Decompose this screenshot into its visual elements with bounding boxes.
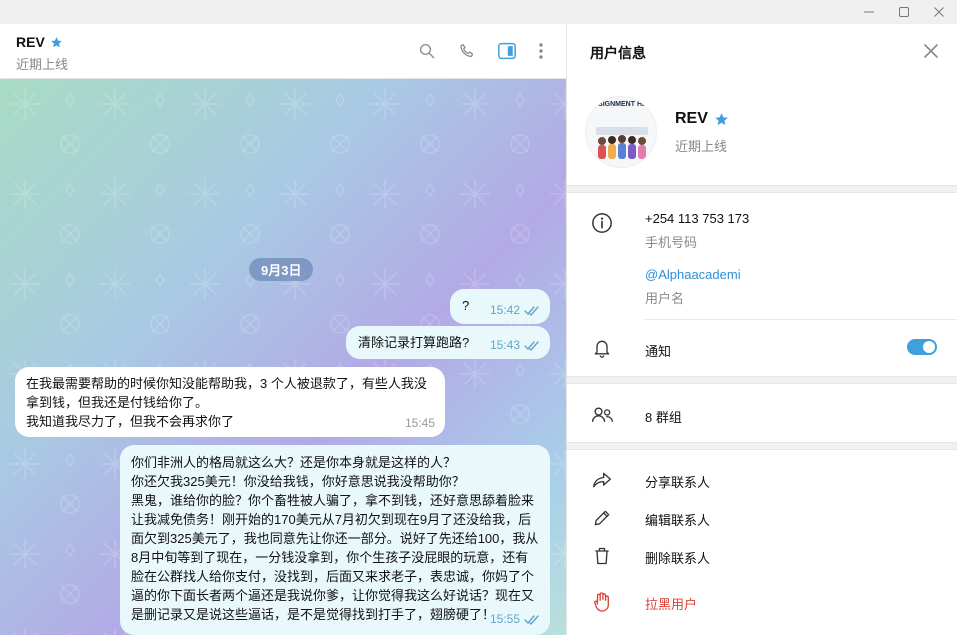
bell-icon <box>589 335 615 361</box>
profile-name-text: REV <box>675 110 708 127</box>
message-text: 清除记录打算跑路? <box>358 335 470 350</box>
pencil-icon <box>589 505 615 531</box>
avatar[interactable]: ASSIGNMENT HELP <box>585 96 657 168</box>
chat-title-text: REV <box>16 34 45 50</box>
chat-title[interactable]: REV <box>16 34 63 50</box>
info-panel-title: 用户信息 <box>590 45 646 61</box>
phone-label: 手机号码 <box>645 235 698 250</box>
section-separator <box>567 185 957 193</box>
delete-contact-button[interactable]: 删除联系人 <box>645 548 710 567</box>
avatar-people-illustration <box>596 127 648 159</box>
profile-status: 近期上线 <box>675 139 728 154</box>
section-separator <box>567 442 957 450</box>
info-icon <box>589 210 615 236</box>
double-check-icon <box>524 340 539 351</box>
chat-status: 近期上线 <box>16 57 69 72</box>
message-bubble-outgoing[interactable]: 你们非洲人的格局就这么大？还是你本身就是这样的人？ 你还欠我325美元！你没给我… <box>120 445 550 635</box>
chat-header: REV 近期上线 <box>0 24 566 79</box>
message-meta: 15:45 <box>405 414 435 433</box>
username-label: 用户名 <box>645 291 685 306</box>
block-user-button[interactable]: 拉黑用户 <box>645 594 697 613</box>
message-meta: 15:42 <box>490 301 540 320</box>
maximize-icon[interactable] <box>887 0 921 24</box>
notifications-toggle[interactable] <box>907 339 937 355</box>
sidebar-toggle-icon[interactable] <box>496 40 518 62</box>
profile-name: REV <box>675 110 729 128</box>
block-hand-icon <box>589 589 615 615</box>
message-time: 15:43 <box>489 338 520 352</box>
star-icon <box>715 112 728 125</box>
message-time: 15:42 <box>489 303 520 317</box>
message-bubble-outgoing[interactable]: 清除记录打算跑路? 15:43 <box>346 326 550 359</box>
star-icon <box>50 36 62 47</box>
double-check-icon <box>524 305 539 316</box>
message-bubble-outgoing[interactable]: ? 15:42 <box>450 289 550 324</box>
message-text: 在我最需要帮助的时候你知没能帮助我，3 个人被退款了，有些人我没 拿到钱，但我还… <box>26 376 427 429</box>
phone-number[interactable]: +254 113 753 173 <box>645 211 749 226</box>
message-text: 你们非洲人的格局就这么大？还是你本身就是这样的人？ 你还欠我325美元！你没给我… <box>131 455 539 622</box>
close-icon[interactable] <box>920 40 942 62</box>
window-close-icon[interactable] <box>922 0 956 24</box>
minimize-icon[interactable] <box>852 0 886 24</box>
toggle-knob <box>923 341 935 353</box>
message-text: ? <box>462 298 470 313</box>
message-meta: 15:43 <box>490 336 540 355</box>
message-meta: 15:55 <box>490 610 540 629</box>
date-separator: 9月3日 <box>249 258 314 281</box>
groups-in-common[interactable]: 8 群组 <box>645 407 682 426</box>
double-check-icon <box>524 614 539 625</box>
edit-contact-button[interactable]: 编辑联系人 <box>645 510 710 529</box>
share-icon <box>589 467 615 493</box>
notifications-label[interactable]: 通知 <box>645 341 671 360</box>
search-icon[interactable] <box>416 40 438 62</box>
window-titlebar <box>0 0 957 24</box>
share-contact-button[interactable]: 分享联系人 <box>645 472 710 491</box>
message-time: 15:55 <box>489 612 520 626</box>
trash-icon <box>589 543 615 569</box>
username-link[interactable]: @Alphaacademi <box>645 267 741 282</box>
message-time: 15:45 <box>404 416 435 430</box>
message-bubble-incoming[interactable]: 在我最需要帮助的时候你知没能帮助我，3 个人被退款了，有些人我没 拿到钱，但我还… <box>15 367 445 437</box>
user-info-panel: 用户信息 ASSIGNMENT HELP REV 近期上线 +254 113 7… <box>567 24 957 635</box>
section-separator <box>567 376 957 384</box>
groups-icon <box>589 402 615 428</box>
phone-icon[interactable] <box>456 40 478 62</box>
row-divider <box>645 319 957 320</box>
more-options-icon[interactable] <box>530 40 552 62</box>
chat-messages-area[interactable]: 9月3日 ? 15:42 清除记录打算跑路? 15:43 在我最需要帮助的时候你… <box>0 79 566 635</box>
